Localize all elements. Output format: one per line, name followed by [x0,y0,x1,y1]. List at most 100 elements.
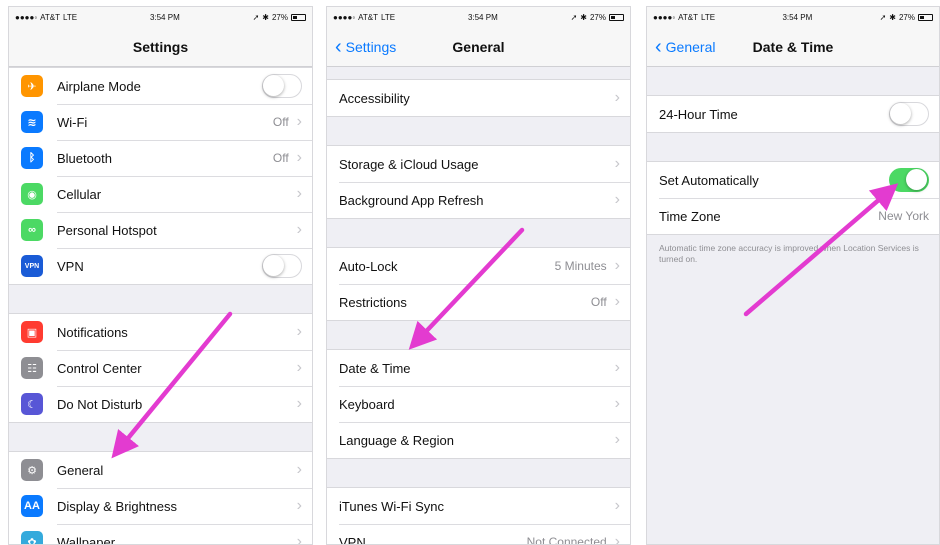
bluetooth-icon: ᛒ [21,147,43,169]
row-label: Keyboard [339,396,395,412]
airplane-icon: ✈ [21,75,43,97]
row-restrictions[interactable]: Restrictions Off › [327,284,630,320]
chevron-right-icon: › [296,149,302,166]
network-label: LTE [63,12,78,22]
display-icon: AA [21,495,43,517]
row-control-center[interactable]: ☷ Control Center › [9,350,312,386]
row-date-and-time[interactable]: Date & Time › [327,350,630,386]
chevron-right-icon: › [614,155,620,172]
signal-icon: ●●●●◦ [653,12,676,22]
row-value: Off [272,115,289,129]
row-label: VPN [339,534,366,545]
settings-screen: ●●●●◦ AT&T LTE 3:54 PM ➚ ✱ 27% Settings ✈ Air… [8,6,313,545]
location-icon: ➚ [252,12,260,22]
row-auto-lock[interactable]: Auto-Lock 5 Minutes › [327,248,630,284]
row-display-and-brightness[interactable]: AA Display & Brightness › [9,488,312,524]
chevron-right-icon: › [614,533,620,545]
row-label: Accessibility [339,90,410,106]
row-label: Notifications [57,324,128,340]
row-label: Bluetooth [57,150,112,166]
chevron-right-icon: › [296,395,302,412]
network-label: LTE [701,12,716,22]
row-wi-fi[interactable]: ≋ Wi-Fi Off › [9,104,312,140]
vpn-icon: VPN [21,255,43,277]
airplane-mode-toggle[interactable] [262,74,302,98]
clock: 3:54 PM [467,12,498,22]
time-zone-row[interactable]: Time Zone New York [647,198,939,234]
signal-icon: ●●●●◦ [15,12,38,22]
general-group-lock: Auto-Lock 5 Minutes › Restrictions Off › [327,247,630,321]
row-label: General [57,462,104,478]
battery-icon [290,13,306,21]
row-wallpaper[interactable]: ✿ Wallpaper › [9,524,312,545]
row-value: Off [272,151,289,165]
battery-percent: 27% [271,12,288,22]
chevron-right-icon: › [614,293,620,310]
row-value: Not Connected [526,535,607,545]
row-accessibility[interactable]: Accessibility › [327,80,630,116]
time-zone-footnote: Automatic time zone accuracy is improved… [659,243,919,265]
back-button[interactable]: ‹ General [655,27,715,67]
row-label: Auto-Lock [339,258,398,274]
general-screen: ●●●●◦ AT&T LTE 3:54 PM ➚ ✱ 27% ‹ Settings Gen… [326,6,631,545]
set-automatically-row: Set Automatically [647,162,939,198]
chevron-right-icon: › [614,497,620,514]
row-itunes-wi-fi-sync[interactable]: iTunes Wi-Fi Sync › [327,488,630,524]
chevron-right-icon: › [614,359,620,376]
row-cellular[interactable]: ◉ Cellular › [9,176,312,212]
location-icon: ➚ [570,12,578,22]
chevron-left-icon: ‹ [335,36,342,58]
row-label: VPN [57,258,84,274]
carrier-label: AT&T [40,12,61,22]
24-hour-time-toggle[interactable] [889,102,929,126]
row-label: Control Center [57,360,142,376]
row-label: Storage & iCloud Usage [339,156,479,172]
chevron-right-icon: › [296,359,302,376]
chevron-right-icon: › [296,497,302,514]
row-do-not-disturb[interactable]: ☾ Do Not Disturb › [9,386,312,422]
bluetooth-status-icon: ✱ [262,12,269,22]
vpn-toggle[interactable] [262,254,302,278]
moon-icon: ☾ [21,393,43,415]
chevron-right-icon: › [614,431,620,448]
row-vpn[interactable]: VPN Not Connected › [327,524,630,545]
back-button[interactable]: ‹ Settings [335,27,396,67]
row-label: Wallpaper [57,534,116,545]
row-language-and-region[interactable]: Language & Region › [327,422,630,458]
wifi-icon: ≋ [21,111,43,133]
battery-percent: 27% [898,12,915,22]
row-notifications[interactable]: ▣ Notifications › [9,314,312,350]
row-airplane-mode: ✈ Airplane Mode [9,68,312,104]
date-time-screen: ●●●●◦ AT&T LTE 3:54 PM ➚ ✱ 27% ‹ General Date… [646,6,940,545]
chevron-right-icon: › [614,191,620,208]
date-time-group-auto: Set Automatically Time Zone New York [647,161,939,235]
row-label: Background App Refresh [339,192,484,208]
row-label: Wi-Fi [57,114,88,130]
page-title: Settings [132,38,189,55]
row-bluetooth[interactable]: ᛒ Bluetooth Off › [9,140,312,176]
row-label: Cellular [57,186,102,202]
gear-icon: ⚙ [21,459,43,481]
cellular-icon: ◉ [21,183,43,205]
row-background-app-refresh[interactable]: Background App Refresh › [327,182,630,218]
row-storage-and-icloud-usage[interactable]: Storage & iCloud Usage › [327,146,630,182]
row-label: Personal Hotspot [57,222,157,238]
row-label: iTunes Wi-Fi Sync [339,498,444,514]
battery-icon [608,13,624,21]
row-value: 5 Minutes [554,259,607,273]
network-label: LTE [381,12,396,22]
chevron-right-icon: › [296,221,302,238]
row-personal-hotspot[interactable]: ∞ Personal Hotspot › [9,212,312,248]
page-title: Date & Time [752,38,834,55]
settings-group-general: ⚙ General › AA Display & Brightness › ✿ Wallpap… [9,451,312,545]
row-label: Restrictions [339,294,407,310]
row-general[interactable]: ⚙ General › [9,452,312,488]
row-keyboard[interactable]: Keyboard › [327,386,630,422]
control-center-icon: ☷ [21,357,43,379]
chevron-right-icon: › [296,113,302,130]
settings-group-system: ▣ Notifications › ☷ Control Center › ☾ Do Not D… [9,313,312,423]
set-automatically-toggle[interactable] [889,168,929,192]
24-hour-time-row: 24-Hour Time [647,96,939,132]
nav-bar: Settings [9,27,312,67]
hotspot-icon: ∞ [21,219,43,241]
